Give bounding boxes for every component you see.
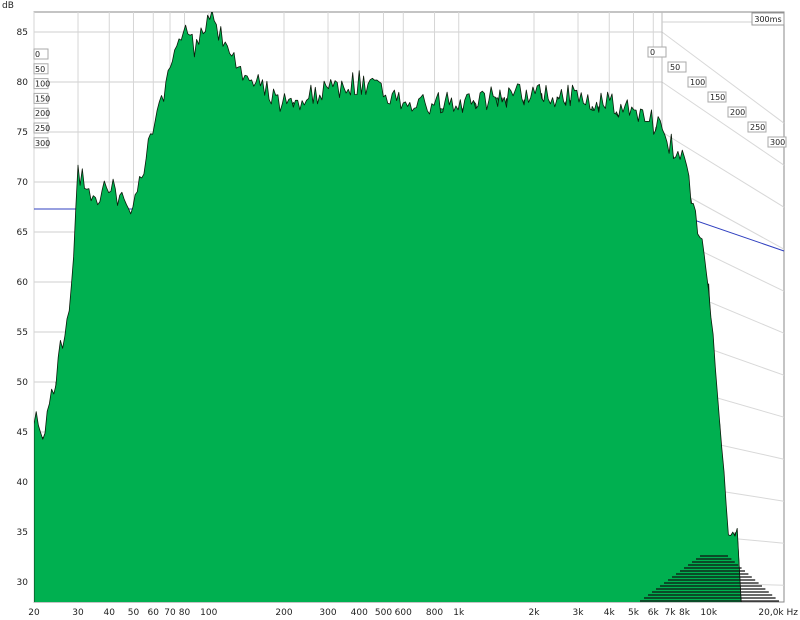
time-label-text: 150 [710,93,725,102]
x-tick-label: 70 [164,608,176,618]
time-label-left: 50 [33,63,49,75]
x-tick-label: 300 [319,608,336,618]
time-label-right: 250 [747,121,767,133]
x-tick-label: 20 [28,608,40,618]
x-tick-label: 8k [679,608,691,618]
time-label-text: 0 [35,50,40,59]
y-axis-label: dB [2,1,14,11]
time-label-left: 250 [33,122,50,134]
y-tick-label: 40 [17,478,29,488]
time-label-text: 50 [35,65,45,74]
time-label-text: 100 [35,80,50,89]
time-label-right: 150 [707,91,727,103]
y-tick-label: 80 [17,78,29,88]
y-tick-label: 85 [17,28,28,38]
time-label-text: 300 [770,138,785,147]
time-label-left: 300 [33,137,50,149]
x-tick-label: 2k [529,608,541,618]
x-tick-label: 400 [351,608,368,618]
x-tick-label: 5k [628,608,640,618]
x-tick-label: 800 [426,608,443,618]
y-tick-label: 30 [17,578,29,588]
time-label-left: 150 [33,92,50,104]
time-label-left: 0 [33,48,49,60]
y-tick-label: 60 [17,278,29,288]
y-tick-labels: 30 35 40 45 50 55 60 65 70 75 80 85 [17,28,29,588]
x-tick-label: 7k [665,608,677,618]
y-tick-label: 75 [17,128,28,138]
x-tick-label: 10k [700,608,717,618]
time-label-text: 100 [690,78,705,87]
time-label-right: 0 [647,46,667,58]
time-label-text: 50 [670,63,680,72]
time-label-text: 200 [730,108,745,117]
x-tick-label: 500 [375,608,392,618]
time-label-text: 250 [750,123,765,132]
y-tick-label: 45 [17,428,28,438]
waterfall-chart: 303540455055606570758085 20 30 40 50 60 70 80 1… [2,1,798,618]
x-tick-label: 100 [200,608,217,618]
time-end-label: 300ms [754,15,781,24]
x-tick-label: 200 [275,608,292,618]
x-tick-labels: 20 30 40 50 60 70 80 100 200 300 400 500 600 800 1k 2k 3… [28,608,798,618]
x-tick-label: 80 [179,608,191,618]
time-label-right: 100 [687,76,707,88]
x-tick-label: 50 [128,608,140,618]
x-tick-label: 1k [453,608,465,618]
y-tick-label: 35 [17,528,28,538]
x-tick-label: 6k [648,608,660,618]
time-label-text: 250 [35,124,50,133]
x-tick-label: 600 [395,608,412,618]
time-label-text: 300 [35,139,50,148]
time-label-text: 150 [35,94,50,103]
time-label-text: 200 [35,109,50,118]
time-label-left: 100 [33,78,50,90]
x-tick-label: 4k [604,608,616,618]
time-label-right: 300 [767,136,787,148]
y-tick-label: 55 [17,328,28,338]
x-tick-label: 20,0k Hz [758,608,798,618]
x-tick-label: 60 [148,608,160,618]
x-tick-label: 30 [72,608,84,618]
x-tick-label: 3k [573,608,585,618]
y-tick-label: 70 [17,178,29,188]
time-end-box: 300ms [751,12,785,26]
y-tick-label: 65 [17,228,28,238]
time-label-left: 200 [33,107,50,119]
time-label-right: 200 [727,106,747,118]
y-tick-label: 50 [17,378,29,388]
time-label-text: 0 [650,48,655,57]
x-tick-label: 40 [104,608,116,618]
time-label-right: 50 [667,61,687,73]
